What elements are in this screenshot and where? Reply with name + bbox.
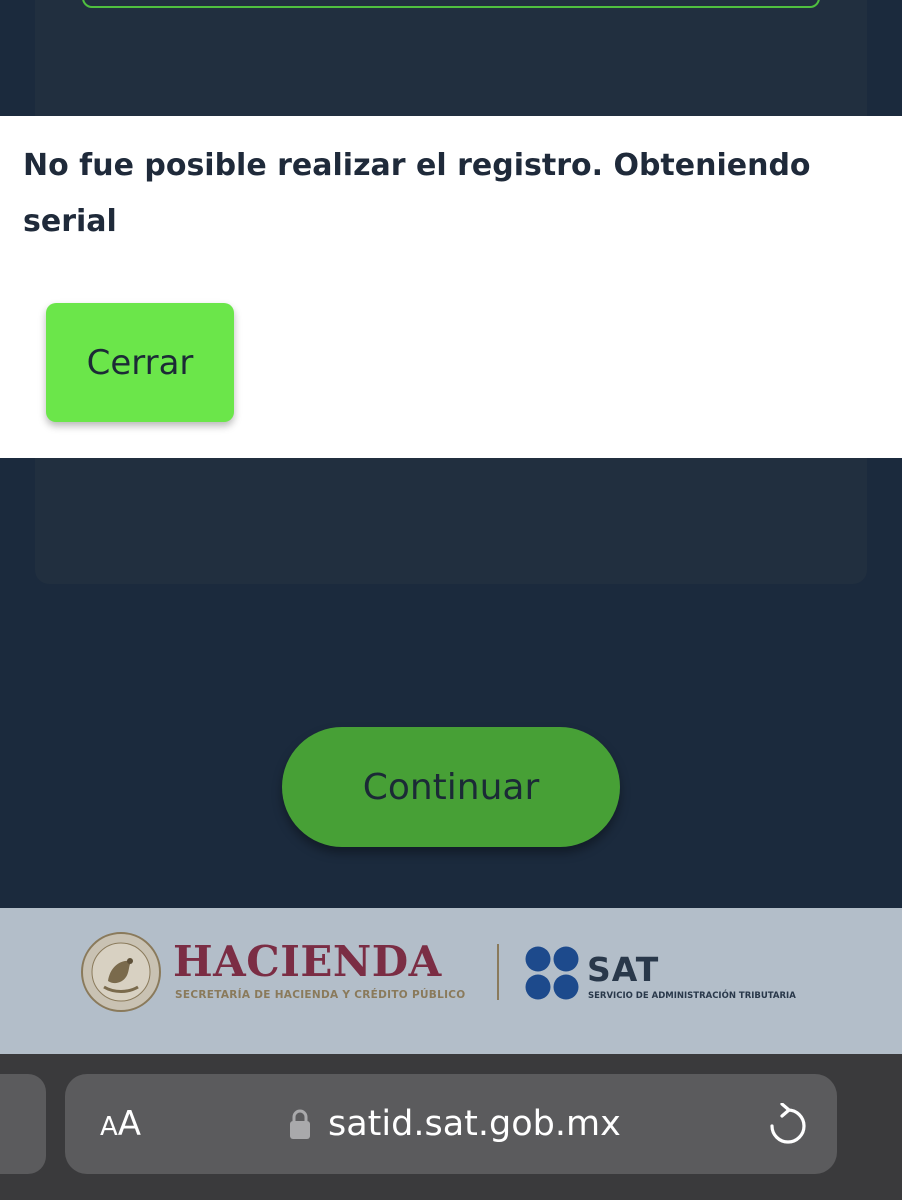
reload-icon[interactable] <box>766 1103 806 1145</box>
footer-divider <box>497 944 499 1000</box>
page: No fue posible realizar el registro. Obt… <box>0 0 902 1200</box>
close-button[interactable]: Cerrar <box>46 303 234 422</box>
mexican-coat-of-arms-seal-icon <box>81 932 161 1012</box>
previous-tab-preview[interactable] <box>0 1074 46 1174</box>
hacienda-logo-subtitle: SECRETARÍA DE HACIENDA Y CRÉDITO PÚBLICO <box>175 989 466 1001</box>
background-input-field[interactable] <box>82 0 820 8</box>
sat-logo-title: SAT <box>587 950 660 989</box>
url-text[interactable]: satid.sat.gob.mx <box>328 1102 621 1146</box>
error-message: No fue posible realizar el registro. Obt… <box>23 148 811 239</box>
sat-four-dots-icon <box>525 946 579 1000</box>
hacienda-logo-title: HACIENDA <box>173 937 442 986</box>
text-size-small-a: A <box>100 1112 118 1142</box>
text-size-big-a: A <box>117 1104 142 1144</box>
lock-icon <box>290 1109 310 1139</box>
continue-button[interactable]: Continuar <box>282 727 620 847</box>
text-size-button[interactable]: AA <box>100 1104 141 1144</box>
sat-logo-subtitle: SERVICIO DE ADMINISTRACIÓN TRIBUTARIA <box>588 991 796 1001</box>
